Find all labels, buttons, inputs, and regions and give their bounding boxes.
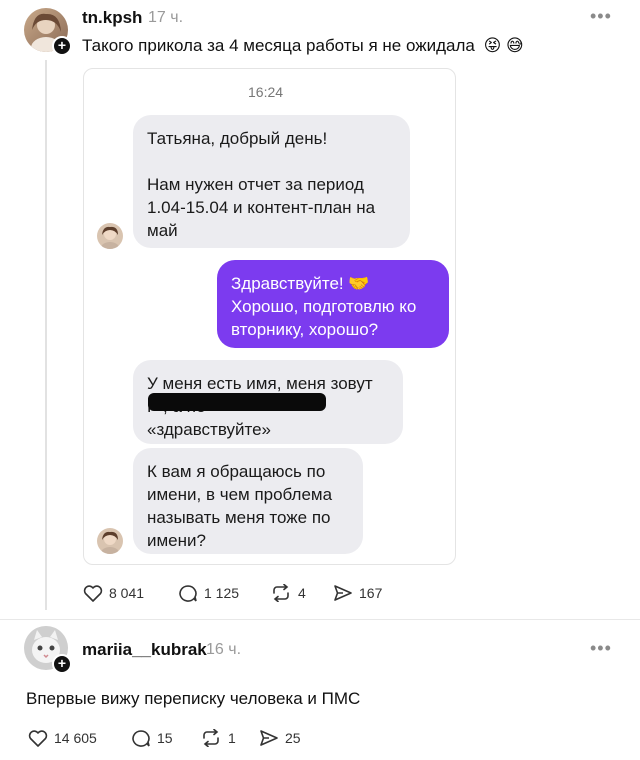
comment-count: 1 125 (204, 585, 240, 601)
reply-comment-count: 15 (157, 730, 173, 746)
send-icon (260, 730, 278, 746)
post-time: 17 ч. (148, 9, 184, 26)
reply-username[interactable]: mariia__kubrak (82, 640, 207, 660)
send-icon (334, 585, 352, 601)
sender-avatar (97, 223, 123, 249)
chat-time: 16:24 (248, 84, 284, 100)
post-more-button[interactable]: ••• (590, 6, 612, 27)
post-divider (0, 619, 640, 620)
heart-icon (83, 585, 103, 602)
repost-icon (273, 584, 289, 602)
heart-icon (28, 730, 48, 747)
sender-face-icon-2 (101, 531, 119, 554)
post-text: Такого прикола за 4 месяца работы я не о… (82, 36, 524, 56)
post-username[interactable]: tn.kpsh (82, 8, 142, 28)
reply-comment-button[interactable]: 15 (131, 729, 173, 747)
chat-message-in-3: К вам я обращаюсь по имени, в чем пробле… (133, 448, 363, 554)
redacted-name-bar (148, 393, 326, 411)
follow-plus-icon[interactable]: + (52, 36, 72, 56)
repost-icon (203, 729, 219, 747)
repost-count: 4 (298, 585, 306, 601)
reply-like-button[interactable]: 14 605 (28, 729, 97, 747)
share-button[interactable]: 167 (333, 584, 382, 602)
sender-avatar-2 (97, 528, 123, 554)
reply-text: Впервые вижу переписку человека и ПМС (26, 689, 361, 708)
post-text-content: Такого прикола за 4 месяца работы я не о… (82, 36, 475, 55)
reply-repost-count: 1 (228, 730, 236, 746)
comment-bubble-icon (179, 585, 197, 602)
reply-like-count: 14 605 (54, 730, 97, 746)
like-button[interactable]: 8 041 (83, 584, 144, 602)
reply-follow-plus-icon[interactable]: + (52, 654, 72, 674)
comment-bubble-icon (132, 730, 150, 747)
reply-share-count: 25 (285, 730, 301, 746)
reply-more-button[interactable]: ••• (590, 638, 612, 659)
reply-share-button[interactable]: 25 (259, 729, 301, 747)
comment-button[interactable]: 1 125 (178, 584, 239, 602)
post-emoji: 😝 😅 (483, 36, 524, 55)
thread-line (45, 60, 47, 610)
share-count: 167 (359, 585, 383, 601)
reply-time: 16 ч. (206, 641, 242, 658)
reply-repost-button[interactable]: 1 (200, 729, 236, 747)
sender-face-icon (101, 226, 119, 249)
chat-message-in-1: Татьяна, добрый день! Нам нужен отчет за… (133, 115, 410, 248)
repost-button[interactable]: 4 (270, 584, 306, 602)
chat-message-out-1: Здравствуйте! 🤝 Хорошо, подготовлю ко вт… (217, 260, 449, 348)
like-count: 8 041 (109, 585, 145, 601)
